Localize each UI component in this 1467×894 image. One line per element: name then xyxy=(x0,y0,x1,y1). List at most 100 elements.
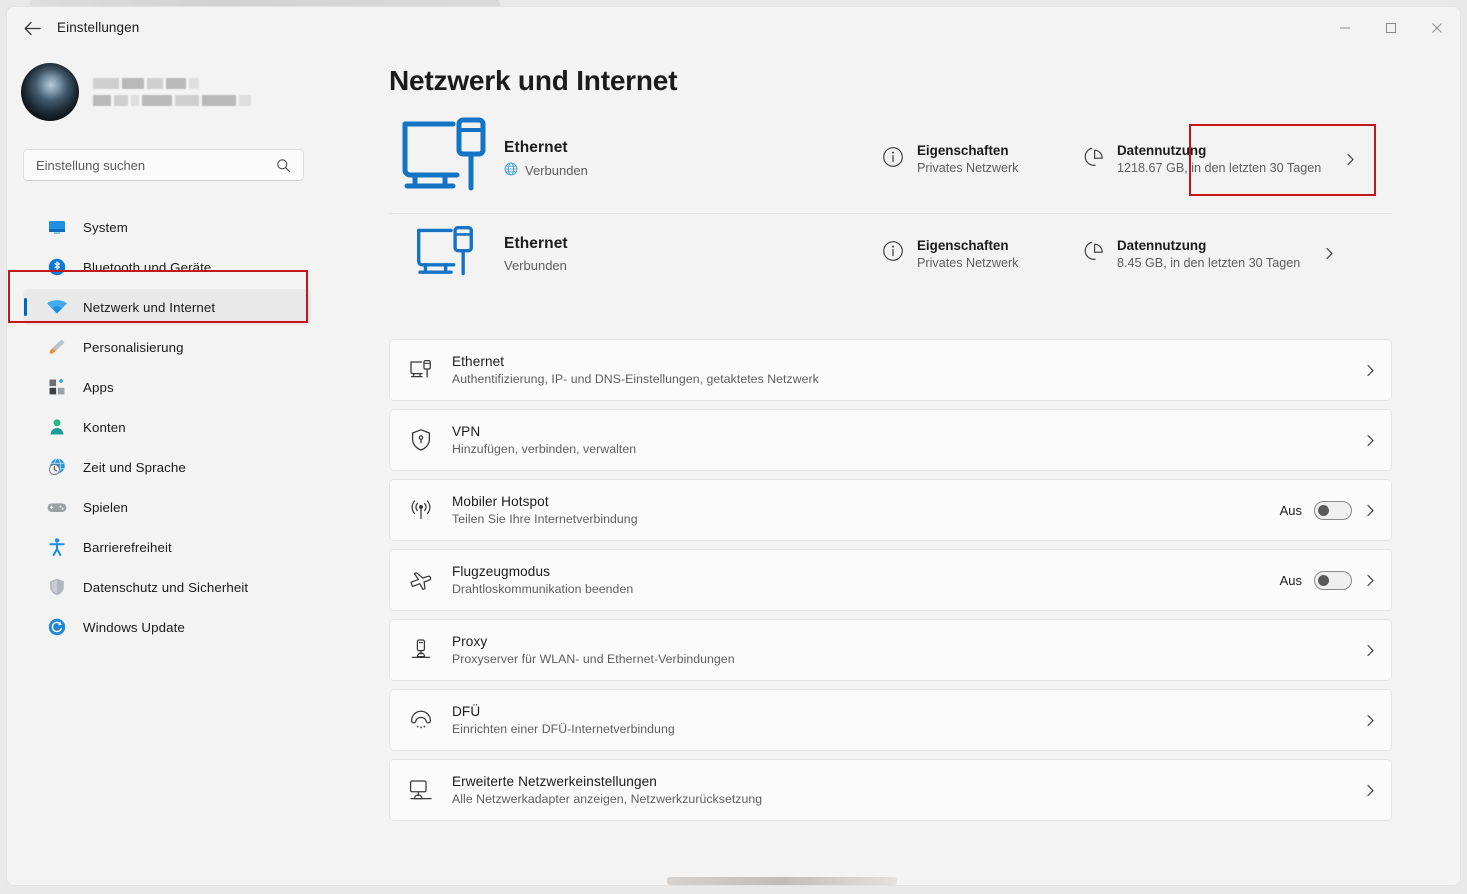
settings-row-advanced-network[interactable]: Erweiterte Netzwerkeinstellungen Alle Ne… xyxy=(389,759,1392,821)
connection-row: Ethernet Verbunden Eigenschaften Private… xyxy=(389,213,1392,293)
title-bar: Einstellungen xyxy=(7,7,1460,49)
sidebar-item-bluetooth[interactable]: Bluetooth und Geräte xyxy=(23,249,311,285)
vpn-shield-icon xyxy=(390,428,452,452)
user-profile[interactable] xyxy=(21,63,269,121)
sidebar: System Bluetooth und Geräte xyxy=(7,49,327,885)
sidebar-item-windows-update[interactable]: Windows Update xyxy=(23,609,311,645)
connection-status: Verbunden xyxy=(504,258,874,273)
hotspot-toggle[interactable] xyxy=(1314,500,1352,520)
properties-title: Eigenschaften xyxy=(917,237,1009,253)
sidebar-item-privacy[interactable]: Datenschutz und Sicherheit xyxy=(23,569,311,605)
sidebar-item-label: Bluetooth und Geräte xyxy=(83,259,212,275)
sidebar-item-label: Barrierefreiheit xyxy=(83,539,172,555)
connection-info: Ethernet Verbunden xyxy=(504,139,874,179)
data-usage-subtitle: 8.45 GB, in den letzten 30 Tagen xyxy=(1117,255,1301,270)
avatar xyxy=(21,63,79,121)
sidebar-item-label: Personalisierung xyxy=(83,339,184,355)
sidebar-item-accessibility[interactable]: Barrierefreiheit xyxy=(23,529,311,565)
connection-data-usage-button[interactable]: Datennutzung 8.45 GB, in den letzten 30 … xyxy=(1074,228,1392,280)
settings-row-dialup[interactable]: DFÜ Einrichten einer DFÜ-Internetverbind… xyxy=(389,689,1392,751)
sidebar-item-accounts[interactable]: Konten xyxy=(23,409,311,445)
search-icon xyxy=(276,158,303,173)
settings-list: Ethernet Authentifizierung, IP- und DNS-… xyxy=(389,339,1392,829)
ethernet-small-icon xyxy=(389,225,504,283)
pie-chart-icon xyxy=(1082,240,1104,267)
connection-row: Ethernet Verbunden Eigenschaften Private… xyxy=(389,105,1392,213)
chevron-right-icon xyxy=(1364,504,1377,517)
sidebar-nav: System Bluetooth und Geräte Netzwerk und… xyxy=(7,207,327,649)
dialup-phone-icon xyxy=(390,709,452,731)
chevron-right-icon xyxy=(1344,153,1357,166)
chevron-right-icon xyxy=(1323,247,1336,260)
paintbrush-icon xyxy=(45,336,69,358)
ethernet-icon xyxy=(390,359,452,381)
apps-grid-icon xyxy=(45,376,69,398)
minimize-button[interactable] xyxy=(1322,7,1368,49)
username-blurred xyxy=(93,78,269,106)
row-title: Proxy xyxy=(452,634,488,649)
search-input[interactable] xyxy=(24,157,276,173)
search-box[interactable] xyxy=(23,149,304,181)
chevron-right-icon xyxy=(1364,434,1377,447)
settings-row-airplane-mode[interactable]: Flugzeugmodus Drahtloskommunikation been… xyxy=(389,549,1392,611)
airplane-icon xyxy=(390,568,452,592)
chevron-right-icon xyxy=(1364,574,1377,587)
settings-row-proxy[interactable]: Proxy Proxyserver für WLAN- und Ethernet… xyxy=(389,619,1392,681)
chevron-right-icon xyxy=(1364,644,1377,657)
page-title: Netzwerk und Internet xyxy=(389,65,678,96)
sidebar-item-personalization[interactable]: Personalisierung xyxy=(23,329,311,365)
globe-icon xyxy=(504,162,518,179)
row-subtitle: Einrichten einer DFÜ-Internetverbindung xyxy=(452,722,675,736)
settings-window: Einstellungen Einstellung suchen System … xyxy=(6,6,1461,886)
connection-name: Ethernet xyxy=(504,234,568,252)
row-subtitle: Proxyserver für WLAN- und Ethernet-Verbi… xyxy=(452,652,735,666)
bluetooth-icon xyxy=(45,256,69,278)
taskbar-hint xyxy=(667,877,897,885)
row-subtitle: Hinzufügen, verbinden, verwalten xyxy=(452,442,637,456)
sidebar-item-network[interactable]: Netzwerk und Internet xyxy=(23,289,311,325)
sidebar-item-label: Datenschutz und Sicherheit xyxy=(83,579,249,595)
row-title: DFÜ xyxy=(452,704,481,719)
advanced-network-icon xyxy=(390,778,452,802)
chevron-right-icon xyxy=(1364,364,1377,377)
shield-icon xyxy=(45,576,69,598)
info-circle-icon xyxy=(882,146,904,173)
sidebar-item-gaming[interactable]: Spielen xyxy=(23,489,311,525)
refresh-icon xyxy=(45,616,69,638)
accessibility-icon xyxy=(45,536,69,558)
properties-subtitle: Privates Netzwerk xyxy=(917,255,1019,270)
maximize-button[interactable] xyxy=(1368,7,1414,49)
properties-subtitle: Privates Netzwerk xyxy=(917,161,1019,175)
data-usage-title: Datennutzung xyxy=(1117,143,1207,158)
connection-status: Verbunden xyxy=(504,162,874,179)
connection-status-label: Verbunden xyxy=(525,163,588,178)
window-controls xyxy=(1322,7,1460,49)
sidebar-item-label: Spielen xyxy=(83,499,129,515)
row-subtitle: Drahtloskommunikation beenden xyxy=(452,582,634,596)
sidebar-item-system[interactable]: System xyxy=(23,209,311,245)
sidebar-item-time-language[interactable]: Zeit und Sprache xyxy=(23,449,311,485)
close-button[interactable] xyxy=(1414,7,1460,49)
back-arrow-icon xyxy=(24,21,41,35)
settings-row-vpn[interactable]: VPN Hinzufügen, verbinden, verwalten xyxy=(389,409,1392,471)
clock-globe-icon xyxy=(45,456,69,478)
sidebar-item-label: Netzwerk und Internet xyxy=(83,299,216,315)
settings-row-ethernet[interactable]: Ethernet Authentifizierung, IP- und DNS-… xyxy=(389,339,1392,401)
row-title: Mobiler Hotspot xyxy=(452,494,549,509)
row-title: VPN xyxy=(452,424,481,439)
person-icon xyxy=(45,416,69,438)
connection-status-label: Verbunden xyxy=(504,257,567,273)
properties-title: Eigenschaften xyxy=(917,143,1009,158)
connection-data-usage-button[interactable]: Datennutzung 1218.67 GB, in den letzten … xyxy=(1074,133,1392,185)
chevron-right-icon xyxy=(1364,714,1377,727)
connection-info: Ethernet Verbunden xyxy=(504,235,874,273)
sidebar-item-label: Apps xyxy=(83,379,114,395)
connection-properties-button[interactable]: Eigenschaften Privates Netzwerk xyxy=(874,228,1074,280)
settings-row-hotspot[interactable]: Mobiler Hotspot Teilen Sie Ihre Internet… xyxy=(389,479,1392,541)
back-button[interactable] xyxy=(17,14,47,42)
sidebar-item-apps[interactable]: Apps xyxy=(23,369,311,405)
sidebar-item-label: Konten xyxy=(83,419,126,435)
connection-properties-button[interactable]: Eigenschaften Privates Netzwerk xyxy=(874,133,1074,185)
airplane-mode-toggle[interactable] xyxy=(1314,570,1352,590)
chevron-right-icon xyxy=(1364,784,1377,797)
